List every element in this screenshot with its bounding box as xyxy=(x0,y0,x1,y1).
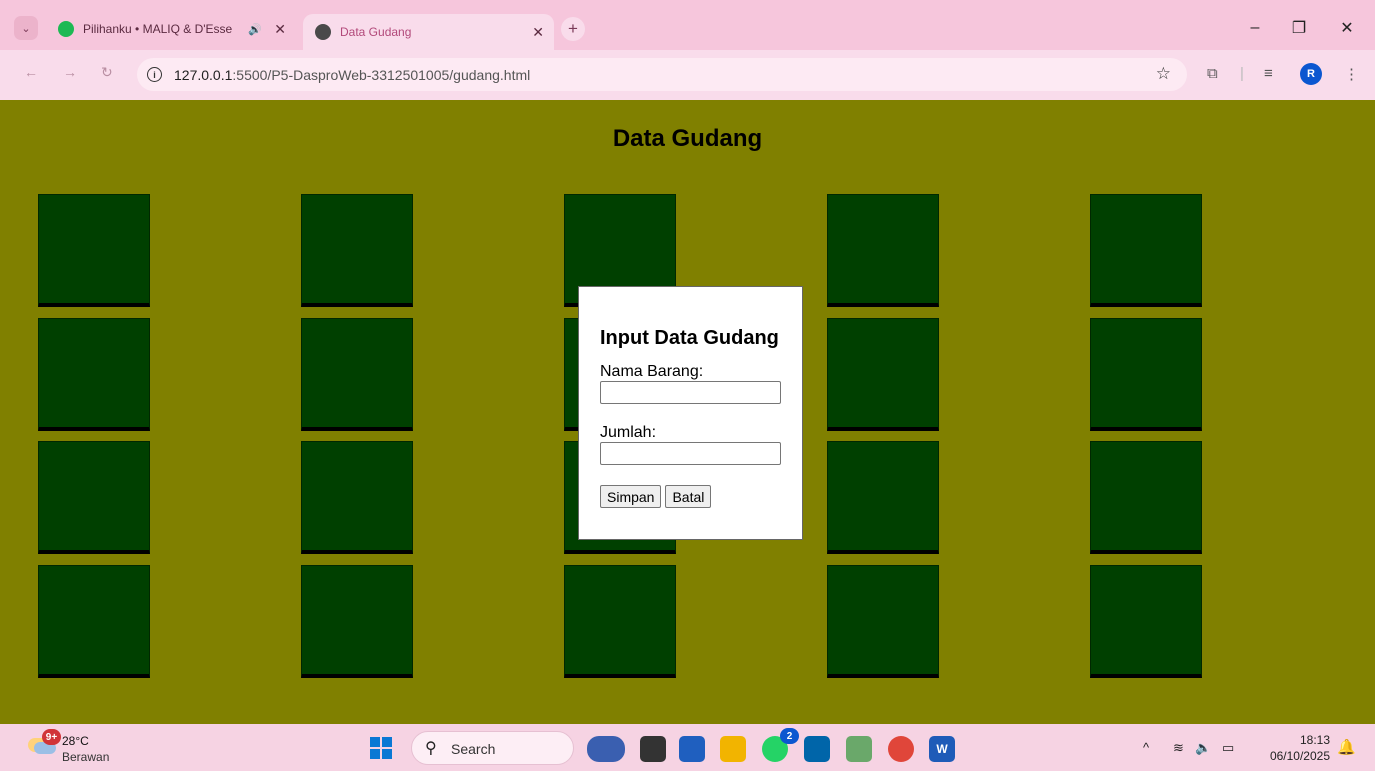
spotify-icon xyxy=(58,21,74,37)
jumlah-input[interactable] xyxy=(600,442,781,465)
storage-box[interactable] xyxy=(38,441,150,554)
globe-icon xyxy=(315,24,331,40)
storage-box[interactable] xyxy=(38,194,150,307)
storage-box[interactable] xyxy=(1090,318,1202,431)
menu-kebab-icon[interactable]: ⋮ xyxy=(1344,65,1359,83)
site-info-icon[interactable]: i xyxy=(147,67,162,82)
app-icon[interactable] xyxy=(846,736,872,762)
store-icon[interactable] xyxy=(679,736,705,762)
search-placeholder: Search xyxy=(451,741,496,757)
address-bar[interactable]: i 127.0.0.1:5500/P5-DasproWeb-3312501005… xyxy=(137,58,1187,91)
reload-icon[interactable]: ↻ xyxy=(101,64,113,81)
storage-box[interactable] xyxy=(301,194,413,307)
page-title: Data Gudang xyxy=(612,125,763,152)
windows-start-icon[interactable] xyxy=(370,737,392,759)
storage-box[interactable] xyxy=(1090,441,1202,554)
vscode-icon[interactable] xyxy=(804,736,830,762)
profile-avatar[interactable]: R xyxy=(1300,63,1322,85)
storage-box[interactable] xyxy=(564,565,676,678)
storage-box[interactable] xyxy=(1090,565,1202,678)
url-text: 127.0.0.1:5500/P5-DasproWeb-3312501005/g… xyxy=(174,67,531,83)
temperature[interactable]: 28°C xyxy=(62,734,89,748)
forward-icon[interactable]: → xyxy=(63,64,77,80)
storage-box[interactable] xyxy=(38,318,150,431)
storage-box[interactable] xyxy=(301,441,413,554)
storage-box[interactable] xyxy=(38,565,150,678)
close-tab-icon[interactable]: ✕ xyxy=(274,21,286,38)
taskbar: 9+ 28°C Berawan ⚲ Search 2 W ^ ≋ 🔈 ▭ 18:… xyxy=(0,724,1375,771)
tab-title: Pilihanku • MALIQ & D'Esse xyxy=(83,22,233,36)
storage-box[interactable] xyxy=(827,194,939,307)
restore-button[interactable]: ❐ xyxy=(1284,14,1314,42)
page-viewport: Data Gudang Input Data Gudang Nama Baran… xyxy=(0,100,1375,724)
toolbar-divider: | xyxy=(1240,65,1244,82)
show-hidden-icons[interactable]: ^ xyxy=(1143,740,1149,755)
nama-barang-input[interactable] xyxy=(600,381,781,404)
whatsapp-badge: 2 xyxy=(780,728,799,744)
task-view-icon[interactable] xyxy=(640,736,666,762)
file-explorer-icon[interactable] xyxy=(720,736,746,762)
storage-box[interactable] xyxy=(301,318,413,431)
weather-badge: 9+ xyxy=(42,729,61,745)
simpan-button[interactable]: Simpan xyxy=(600,485,662,508)
tab-search-button[interactable]: ⌄ xyxy=(14,16,38,40)
back-icon[interactable]: ← xyxy=(24,64,38,80)
tab-spotify[interactable]: Pilihanku • MALIQ & D'Esse 🔊 ✕ xyxy=(50,14,296,44)
storage-box[interactable] xyxy=(301,565,413,678)
word-icon[interactable]: W xyxy=(929,736,955,762)
wifi-icon[interactable]: ≋ xyxy=(1173,740,1184,756)
modal-heading: Input Data Gudang xyxy=(600,327,779,349)
close-tab-icon[interactable]: ✕ xyxy=(532,24,544,41)
browser-toolbar: ← → ↻ i 127.0.0.1:5500/P5-DasproWeb-3312… xyxy=(0,50,1375,100)
media-control-icon[interactable]: ≡ xyxy=(1264,65,1273,82)
clock-time: 18:13 xyxy=(1299,733,1330,747)
tab-data-gudang[interactable]: Data Gudang ✕ xyxy=(303,14,554,50)
storage-box[interactable] xyxy=(827,441,939,554)
input-data-modal: Input Data Gudang Nama Barang: Jumlah: S… xyxy=(578,286,803,540)
batal-button[interactable]: Batal xyxy=(665,485,712,508)
extensions-icon[interactable]: ⧉ xyxy=(1207,65,1218,82)
widgets-icon[interactable] xyxy=(587,736,625,762)
modal-buttons: Simpan Batal xyxy=(600,485,781,508)
new-tab-button[interactable]: + xyxy=(561,17,585,41)
storage-box[interactable] xyxy=(827,565,939,678)
volume-icon[interactable]: 🔈 xyxy=(1195,740,1211,756)
system-clock[interactable]: 18:13 06/10/2025 xyxy=(1260,732,1330,764)
weather-condition: Berawan xyxy=(62,750,110,764)
close-window-button[interactable]: ✕ xyxy=(1332,14,1362,42)
battery-icon[interactable]: ▭ xyxy=(1222,740,1234,756)
taskbar-search[interactable]: ⚲ Search xyxy=(411,731,574,765)
clock-date: 06/10/2025 xyxy=(1269,749,1330,763)
bookmark-star-icon[interactable]: ☆ xyxy=(1156,64,1171,84)
storage-box[interactable] xyxy=(827,318,939,431)
jumlah-label: Jumlah: xyxy=(600,424,657,441)
minimize-button[interactable]: – xyxy=(1240,14,1270,42)
tab-title: Data Gudang xyxy=(340,25,412,39)
search-icon: ⚲ xyxy=(425,740,437,757)
browser-tab-strip: ⌄ Pilihanku • MALIQ & D'Esse 🔊 ✕ Data Gu… xyxy=(0,0,1375,50)
chrome-icon[interactable] xyxy=(888,736,914,762)
nama-barang-label: Nama Barang: xyxy=(600,363,704,380)
audio-playing-icon[interactable]: 🔊 xyxy=(248,23,262,36)
storage-box[interactable] xyxy=(1090,194,1202,307)
notification-bell-icon[interactable]: 🔔 xyxy=(1337,738,1356,756)
